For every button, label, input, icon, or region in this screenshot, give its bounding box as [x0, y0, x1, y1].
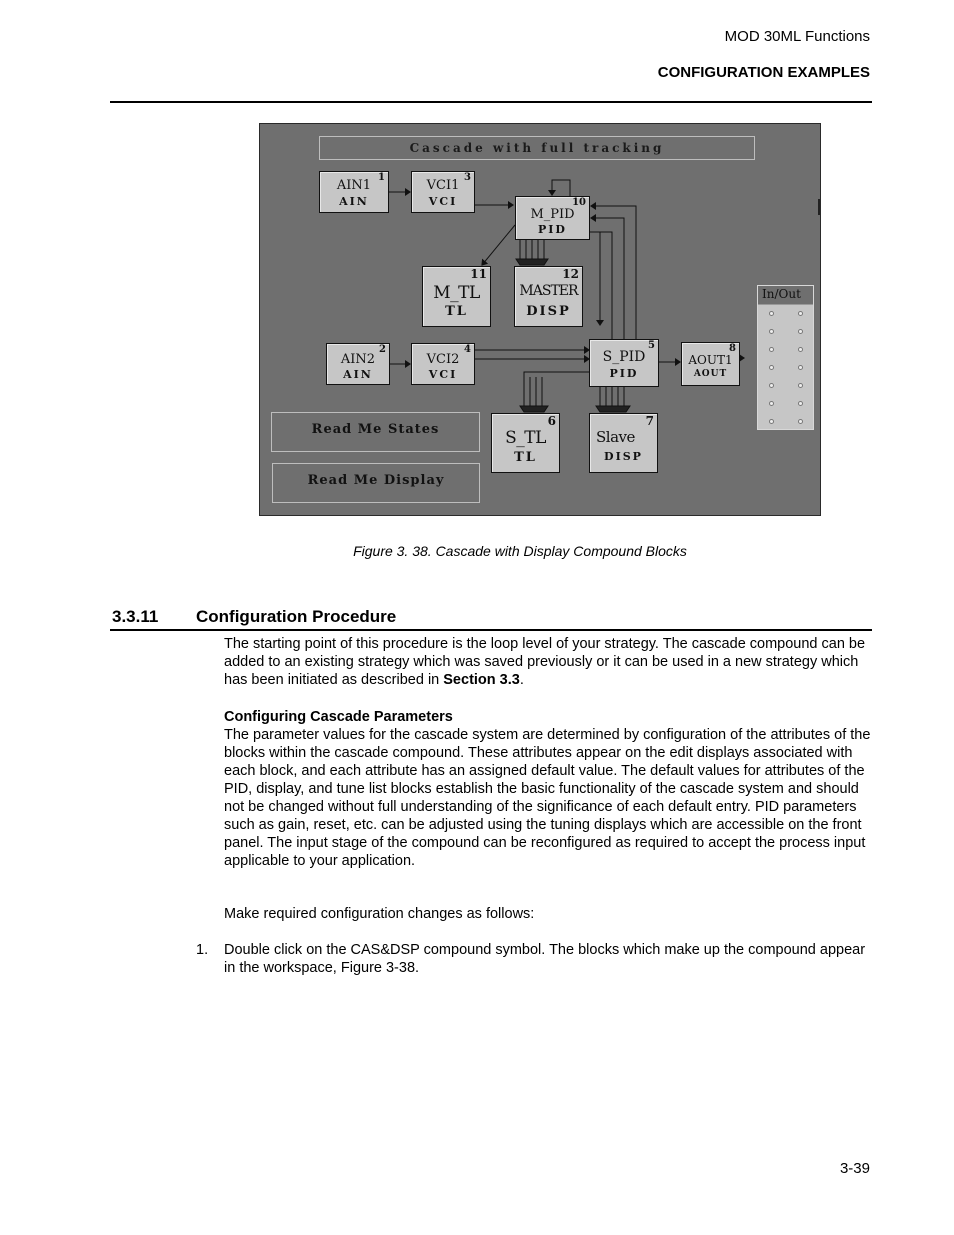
running-header-section: CONFIGURATION EXAMPLES [657, 64, 870, 81]
scroll-edge-marker [818, 199, 820, 215]
block-name: VCI2 [426, 352, 460, 367]
page-number: 3-39 [839, 1160, 870, 1177]
block-number: 6 [547, 414, 556, 428]
block-name: VCI1 [426, 178, 460, 193]
screen-title: Cascade with full tracking [319, 136, 755, 160]
block-name: M_TL [433, 283, 480, 303]
block-type: PID [538, 223, 567, 236]
header-divider [110, 101, 872, 103]
block-type: TL [514, 450, 537, 465]
bundle-mpid-master [515, 240, 549, 266]
block-name: S_PID [602, 349, 646, 365]
block-name: AIN2 [340, 352, 376, 367]
io-terminal[interactable] [798, 365, 803, 370]
step-text: Double click on the CAS&DSP compound sym… [224, 942, 866, 976]
wire-return-2 [590, 214, 625, 339]
block-name: S_TL [505, 428, 546, 448]
section-reference: Section 3.3 [443, 672, 520, 688]
readme-states-button[interactable]: Read Me States [271, 412, 480, 452]
io-terminal[interactable] [798, 347, 803, 352]
block-m-tl[interactable]: 11 M_TL TL [422, 266, 491, 327]
io-terminal[interactable] [769, 401, 774, 406]
block-vci2[interactable]: 4 VCI2 VCI [411, 343, 475, 385]
io-terminal[interactable] [798, 329, 803, 334]
io-row [758, 305, 813, 323]
bundle-spid-stl [519, 371, 589, 413]
block-s-tl[interactable]: 6 S_TL TL [491, 413, 560, 473]
intro-text: The starting point of this procedure is … [224, 636, 866, 688]
io-terminal[interactable] [769, 365, 774, 370]
block-name: AIN1 [336, 178, 372, 193]
io-terminal[interactable] [769, 347, 774, 352]
section-divider [110, 629, 872, 631]
block-number: 11 [470, 267, 487, 281]
block-type: DISP [526, 304, 571, 319]
io-row [758, 377, 813, 395]
block-name: Slave [596, 428, 635, 446]
intro-paragraph: The starting point of this procedure is … [224, 635, 874, 689]
figure-cascade-workspace: Cascade with full tracking 1 AIN1 AIN 3 … [259, 123, 821, 516]
block-type: DISP [604, 450, 643, 463]
io-terminal[interactable] [769, 419, 774, 424]
block-aout1[interactable]: 8 AOUT1 AOUT [681, 342, 740, 386]
intro-end: . [519, 672, 524, 688]
section-title: Configuration Procedure [196, 607, 397, 626]
block-type: AIN [339, 195, 369, 208]
figure-caption: Figure 3. 38. Cascade with Display Compo… [353, 543, 687, 559]
readme-display-button[interactable]: Read Me Display [272, 463, 480, 503]
block-name: MASTER [519, 283, 578, 299]
block-ain2[interactable]: 2 AIN2 AIN [326, 343, 390, 385]
wire-mpid-mtl [481, 224, 516, 266]
block-slave-disp[interactable]: 7 Slave DISP [589, 413, 658, 473]
block-type: TL [445, 304, 468, 319]
changes-intro: Make required configuration changes as f… [224, 906, 535, 922]
block-type: AIN [343, 368, 373, 381]
io-terminal[interactable] [798, 311, 803, 316]
section-number: 3.3.11 [112, 607, 159, 626]
io-row [758, 341, 813, 359]
io-terminal[interactable] [769, 329, 774, 334]
block-name: M_PID [530, 207, 575, 222]
block-ain1[interactable]: 1 AIN1 AIN [319, 171, 389, 213]
block-type: AOUT [693, 369, 728, 379]
parameters-paragraph: The parameter values for the cascade sys… [224, 727, 871, 869]
block-number: 12 [562, 267, 579, 281]
io-row [758, 395, 813, 413]
wire-mpid-loop [548, 179, 571, 196]
inout-header: In/Out [758, 286, 813, 305]
block-m-pid[interactable]: 10 M_PID PID [515, 196, 590, 240]
block-vci1[interactable]: 3 VCI1 VCI [411, 171, 475, 213]
io-terminal[interactable] [769, 311, 774, 316]
block-s-pid[interactable]: 5 S_PID PID [589, 339, 659, 387]
io-row [758, 413, 813, 431]
block-name: AOUT1 [688, 353, 733, 367]
block-type: VCI [428, 195, 458, 208]
step-number: 1. [196, 942, 209, 958]
io-terminal[interactable] [798, 419, 803, 424]
block-type: VCI [428, 368, 458, 381]
wire-mpid-spid-a [590, 231, 613, 339]
subheading-cascade-parameters: Configuring Cascade Parameters [224, 709, 453, 725]
bundle-spid-slave [595, 386, 631, 413]
io-terminal[interactable] [798, 401, 803, 406]
block-number: 7 [645, 414, 654, 428]
block-type: PID [609, 367, 639, 380]
wire-return-1 [590, 202, 637, 339]
inout-panel[interactable]: In/Out [757, 285, 814, 430]
io-row [758, 323, 813, 341]
block-master-disp[interactable]: 12 MASTER DISP [514, 266, 583, 327]
running-header-title: MOD 30ML Functions [724, 28, 870, 45]
io-terminal[interactable] [769, 383, 774, 388]
io-row [758, 359, 813, 377]
io-terminal[interactable] [798, 383, 803, 388]
